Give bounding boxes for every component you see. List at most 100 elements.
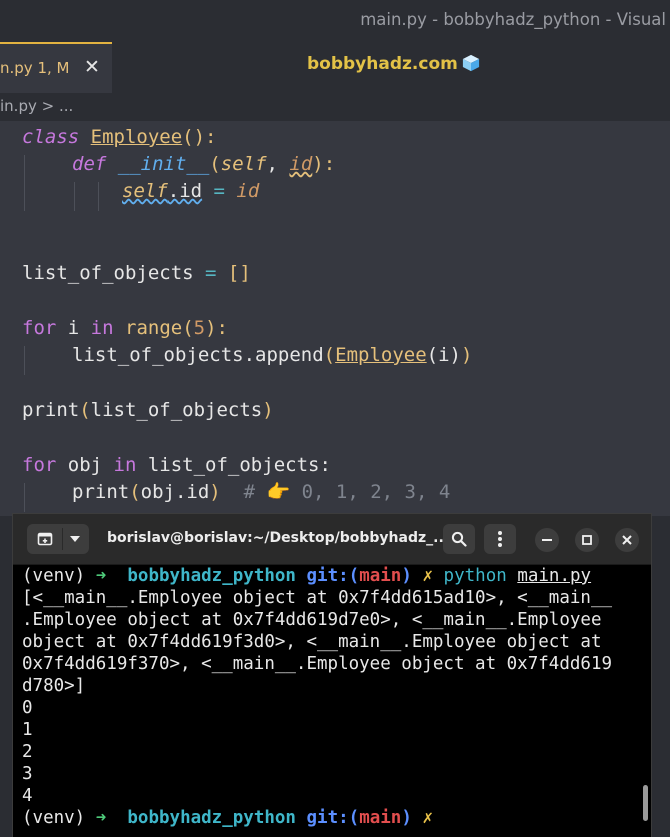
builtin-print: print [22, 399, 80, 421]
indent-guide [24, 483, 25, 512]
code-line-9: print(obj.id) # 👉 0, 1, 2, 3, 4 [72, 478, 450, 506]
output-line: d780>] [22, 676, 86, 696]
output-line: 2 [22, 742, 33, 762]
class-name: Employee [335, 344, 427, 366]
git-label-close: ) [401, 566, 412, 586]
tab-label: n.py 1, M [0, 59, 70, 77]
site-label: bobbyhadz.com [307, 54, 458, 74]
code-punct: ) [460, 344, 473, 366]
code-line-7: print(list_of_objects) [22, 396, 274, 424]
new-tab-button[interactable] [27, 524, 89, 554]
function-name: __init__ [117, 153, 210, 175]
keyword-for: for [22, 454, 57, 476]
button-divider [62, 528, 63, 550]
id-param: id [289, 153, 313, 175]
minimize-button[interactable] [535, 528, 559, 552]
variable-name: list_of_objects [22, 262, 194, 284]
terminal-prompt-line: (venv) ➜ bobbyhadz_python git:(main) ✗ [22, 807, 433, 829]
output-line: [<__main__.Employee object at 0x7f4dd615… [22, 588, 613, 608]
venv-label: (venv) [22, 808, 86, 828]
indent-guide [24, 155, 25, 211]
output-line: 1 [22, 720, 33, 740]
code-punct: ( [129, 481, 141, 503]
prompt-arrow-icon: ➜ [95, 808, 107, 828]
prompt-dir: bobbyhadz_python [127, 808, 296, 828]
terminal-title: borislav@borislav:~/Desktop/bobbyhadz_..… [107, 530, 450, 546]
maximize-button[interactable] [575, 528, 599, 552]
code-line-5: for i in range(5): [22, 314, 228, 342]
code-line-6: list_of_objects.append(Employee(i)) [72, 341, 472, 369]
terminal-search-button[interactable] [443, 524, 475, 554]
self-param: self [220, 153, 267, 175]
prompt-arrow-icon: ➜ [95, 566, 107, 586]
close-window-button[interactable] [615, 528, 639, 552]
code-line-3: self.id = id [122, 177, 259, 205]
window-title: main.py - bobbyhadz_python - Visual [360, 10, 666, 29]
code-punct: ( [209, 153, 221, 175]
code-punct: , [266, 153, 290, 175]
minimize-icon[interactable] [542, 539, 552, 542]
editor-tab-bar: n.py 1, M ✕ bobbyhadz.com [0, 42, 670, 93]
keyword-in: in [113, 454, 137, 476]
self-ref: self [122, 180, 168, 202]
keyword-class: class [22, 126, 80, 148]
code-line-8: for obj in list_of_objects: [22, 451, 331, 479]
command-arg: main.py [517, 566, 592, 586]
attribute: .id [167, 180, 203, 202]
id-value: id [236, 180, 260, 202]
git-label: git:( [306, 808, 360, 828]
loop-var: i [56, 317, 91, 339]
output-line: 0x7f4dd619f370>, <__main__.Employee obje… [22, 654, 613, 674]
print-arg: obj.id [140, 481, 210, 503]
tab-main-py[interactable]: n.py 1, M ✕ [0, 42, 112, 93]
code-line-4: list_of_objects = [] [22, 259, 251, 287]
output-line: 3 [22, 764, 33, 784]
terminal-window[interactable]: borislav@borislav:~/Desktop/bobbyhadz_..… [12, 513, 652, 837]
object-name: list_of_objects [72, 344, 244, 366]
git-branch: main [359, 808, 402, 828]
window-titlebar: main.py - bobbyhadz_python - Visual [0, 0, 670, 42]
keyword-def: def [72, 153, 107, 175]
cube-icon [462, 54, 479, 72]
git-branch: main [359, 566, 402, 586]
maximize-icon[interactable] [582, 535, 592, 545]
new-tab-icon[interactable] [37, 531, 53, 547]
indent-guide [24, 346, 25, 375]
code-punct: (): [182, 126, 217, 148]
method-name: .append [243, 344, 324, 366]
code-line-2: def __init__(self, id): [72, 150, 335, 178]
command-name: python [443, 566, 507, 586]
output-line: object at 0x7f4dd619f3d0>, <__main__.Emp… [22, 632, 602, 652]
keyword-for: for [22, 317, 57, 339]
git-label-close: ) [401, 808, 412, 828]
terminal-menu-button[interactable] [484, 524, 516, 554]
code-punct: ( [323, 344, 336, 366]
operator: = [193, 262, 228, 284]
loop-var: obj [56, 454, 114, 476]
prompt-dir: bobbyhadz_python [127, 566, 296, 586]
output-line: 0 [22, 698, 33, 718]
chevron-down-icon[interactable] [69, 535, 81, 543]
git-label: git:( [306, 566, 360, 586]
terminal-header: borislav@borislav:~/Desktop/bobbyhadz_..… [13, 514, 651, 565]
code-punct: ) [262, 399, 274, 421]
code-punct: ): [312, 153, 336, 175]
terminal-scrollbar[interactable] [643, 785, 648, 821]
site-watermark: bobbyhadz.com [307, 54, 480, 74]
code-punct: ) [209, 481, 221, 503]
code-comment: # 👉 0, 1, 2, 3, 4 [220, 481, 451, 503]
breadcrumb[interactable]: in.py > ... [0, 97, 73, 121]
close-icon[interactable] [622, 535, 632, 545]
print-arg: list_of_objects [90, 399, 263, 421]
dirty-mark-icon: ✗ [422, 566, 433, 586]
kebab-menu-icon[interactable] [497, 530, 503, 548]
code-punct: ( [182, 317, 194, 339]
indent-guide [74, 182, 75, 211]
code-editor[interactable]: class Employee(): def __init__(self, id)… [0, 121, 670, 516]
list-literal: [] [227, 262, 251, 284]
terminal-command-line: (venv) ➜ bobbyhadz_python git:(main) ✗ p… [22, 565, 591, 587]
close-tab-icon[interactable]: ✕ [84, 56, 100, 78]
search-icon[interactable] [451, 531, 467, 547]
indent-guide [98, 182, 99, 211]
code-punct: ( [79, 399, 91, 421]
